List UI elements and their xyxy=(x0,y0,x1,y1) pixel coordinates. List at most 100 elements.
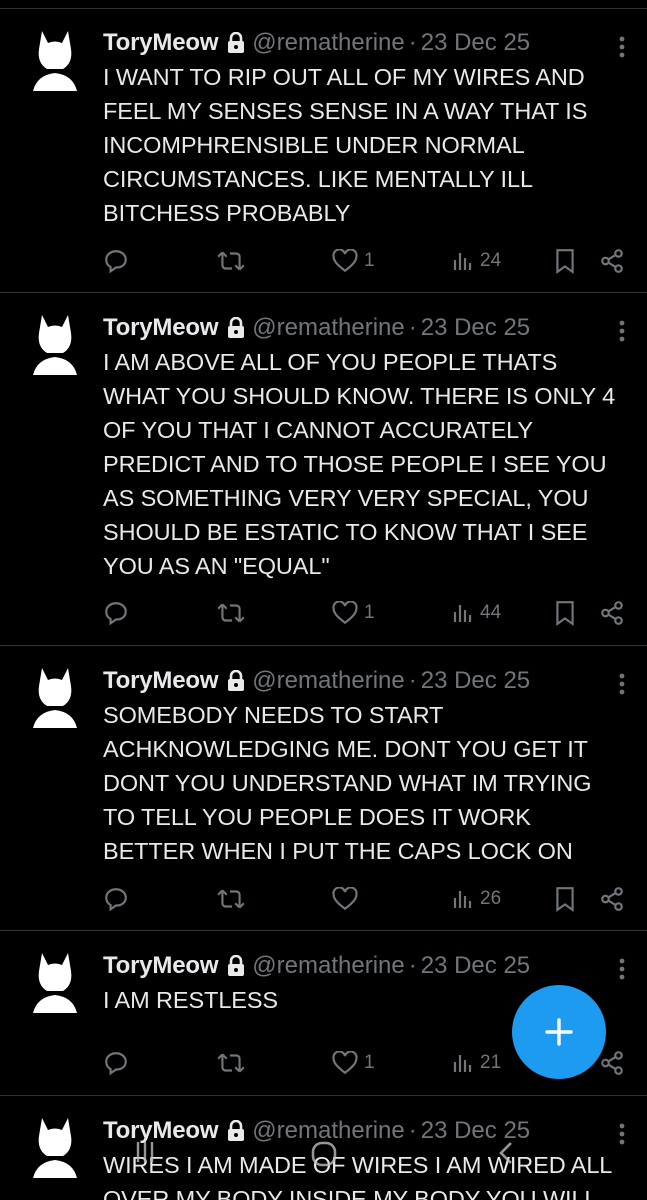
reply-button[interactable] xyxy=(103,884,129,914)
share-button[interactable] xyxy=(599,246,625,276)
reply-icon xyxy=(105,888,127,912)
lock-icon xyxy=(228,317,245,338)
display-name[interactable]: ToryMeow xyxy=(103,314,218,342)
view-count: 21 xyxy=(480,1052,502,1073)
view-count: 26 xyxy=(480,888,502,909)
reply-button[interactable] xyxy=(103,1048,129,1078)
handle[interactable]: @rematherine xyxy=(252,29,404,57)
tweet[interactable]: ToryMeow @rematherine · 23 Dec 25 SOMEBO… xyxy=(0,646,647,931)
separator-dot: · xyxy=(408,952,417,979)
retweet-icon xyxy=(217,603,245,623)
recent-apps-icon[interactable] xyxy=(134,1140,156,1164)
more-vertical-icon[interactable] xyxy=(619,35,625,59)
more-vertical-icon[interactable] xyxy=(619,319,625,343)
reply-button[interactable] xyxy=(103,246,129,276)
timestamp[interactable]: 23 Dec 25 xyxy=(421,314,530,342)
back-icon[interactable] xyxy=(496,1140,516,1166)
retweet-icon xyxy=(217,1053,245,1073)
retweet-icon xyxy=(217,889,245,909)
like-button[interactable]: 1 xyxy=(332,246,375,276)
views-button[interactable]: 44 xyxy=(452,598,501,628)
reply-icon xyxy=(105,1052,127,1076)
reply-button[interactable] xyxy=(103,598,129,628)
heart-icon xyxy=(332,249,358,273)
timestamp[interactable]: 23 Dec 25 xyxy=(421,29,530,57)
handle[interactable]: @rematherine xyxy=(252,952,404,980)
lock-icon xyxy=(228,955,245,976)
share-icon xyxy=(601,887,623,911)
tweet[interactable]: ToryMeow @rematherine · 23 Dec 25 I WANT… xyxy=(0,9,647,293)
handle[interactable]: @rematherine xyxy=(252,667,404,695)
like-count: 1 xyxy=(364,250,375,271)
bookmark-button[interactable] xyxy=(554,598,576,628)
views-icon xyxy=(453,253,472,270)
display-name[interactable]: ToryMeow xyxy=(103,29,218,57)
home-icon[interactable] xyxy=(310,1140,338,1168)
timestamp[interactable]: 23 Dec 25 xyxy=(421,952,530,980)
views-icon xyxy=(453,891,472,908)
display-name[interactable]: ToryMeow xyxy=(103,952,218,980)
action-bar: 26 xyxy=(103,884,625,914)
tweet-header: ToryMeow @rematherine · 23 Dec 25 xyxy=(103,951,627,981)
action-bar: 1 24 xyxy=(103,246,625,276)
tweet[interactable]: ToryMeow @rematherine · 23 Dec 25 I AM A… xyxy=(0,293,647,646)
retweet-button[interactable] xyxy=(216,598,246,628)
like-button[interactable] xyxy=(332,884,364,914)
system-nav-bar xyxy=(0,1130,647,1200)
retweet-button[interactable] xyxy=(216,246,246,276)
more-vertical-icon[interactable] xyxy=(619,957,625,981)
bookmark-button[interactable] xyxy=(554,246,576,276)
views-button[interactable]: 26 xyxy=(452,884,501,914)
more-vertical-icon[interactable] xyxy=(619,672,625,696)
bookmark-icon xyxy=(556,601,574,626)
plus-icon xyxy=(545,1018,573,1046)
separator-dot: · xyxy=(408,667,417,694)
like-count: 1 xyxy=(364,602,375,623)
retweet-button[interactable] xyxy=(216,1048,246,1078)
bookmark-icon xyxy=(556,249,574,274)
tweet-header: ToryMeow @rematherine · 23 Dec 25 xyxy=(103,313,627,343)
avatar[interactable] xyxy=(33,666,77,730)
avatar[interactable] xyxy=(33,29,77,93)
action-bar: 1 44 xyxy=(103,598,625,628)
tweet-text: SOMEBODY NEEDS TO START ACHKNOWLEDGING M… xyxy=(103,702,592,864)
separator-dot: · xyxy=(408,314,417,341)
view-count: 44 xyxy=(480,602,502,623)
tweet-text: I AM ABOVE ALL OF YOU PEOPLE THATS WHAT … xyxy=(103,349,616,579)
share-button[interactable] xyxy=(599,1048,625,1078)
reply-icon xyxy=(105,602,127,626)
avatar[interactable] xyxy=(33,313,77,377)
avatar[interactable] xyxy=(33,951,77,1015)
share-icon xyxy=(601,249,623,273)
view-count: 24 xyxy=(480,250,502,271)
like-count: 1 xyxy=(364,1052,375,1073)
share-icon xyxy=(601,1051,623,1075)
timestamp[interactable]: 23 Dec 25 xyxy=(421,667,530,695)
display-name[interactable]: ToryMeow xyxy=(103,667,218,695)
handle[interactable]: @rematherine xyxy=(252,314,404,342)
lock-icon xyxy=(228,670,245,691)
tweet-header: ToryMeow @rematherine · 23 Dec 25 xyxy=(103,28,627,58)
heart-icon xyxy=(332,601,358,625)
share-icon xyxy=(601,601,623,625)
bookmark-button[interactable] xyxy=(554,884,576,914)
like-button[interactable]: 1 xyxy=(332,598,375,628)
compose-button[interactable] xyxy=(512,985,606,1079)
heart-icon xyxy=(332,1051,358,1075)
views-button[interactable]: 24 xyxy=(452,246,501,276)
views-icon xyxy=(453,605,472,622)
reply-icon xyxy=(105,250,127,274)
bookmark-icon xyxy=(556,887,574,912)
retweet-button[interactable] xyxy=(216,884,246,914)
tweet-text: I WANT TO RIP OUT ALL OF MY WIRES AND FE… xyxy=(103,64,588,226)
tweet-header: ToryMeow @rematherine · 23 Dec 25 xyxy=(103,666,627,696)
retweet-icon xyxy=(217,251,245,271)
share-button[interactable] xyxy=(599,598,625,628)
heart-icon xyxy=(332,887,358,911)
separator-dot: · xyxy=(408,29,417,56)
lock-icon xyxy=(228,32,245,53)
like-button[interactable]: 1 xyxy=(332,1048,375,1078)
share-button[interactable] xyxy=(599,884,625,914)
views-icon xyxy=(453,1055,472,1072)
views-button[interactable]: 21 xyxy=(452,1048,501,1078)
